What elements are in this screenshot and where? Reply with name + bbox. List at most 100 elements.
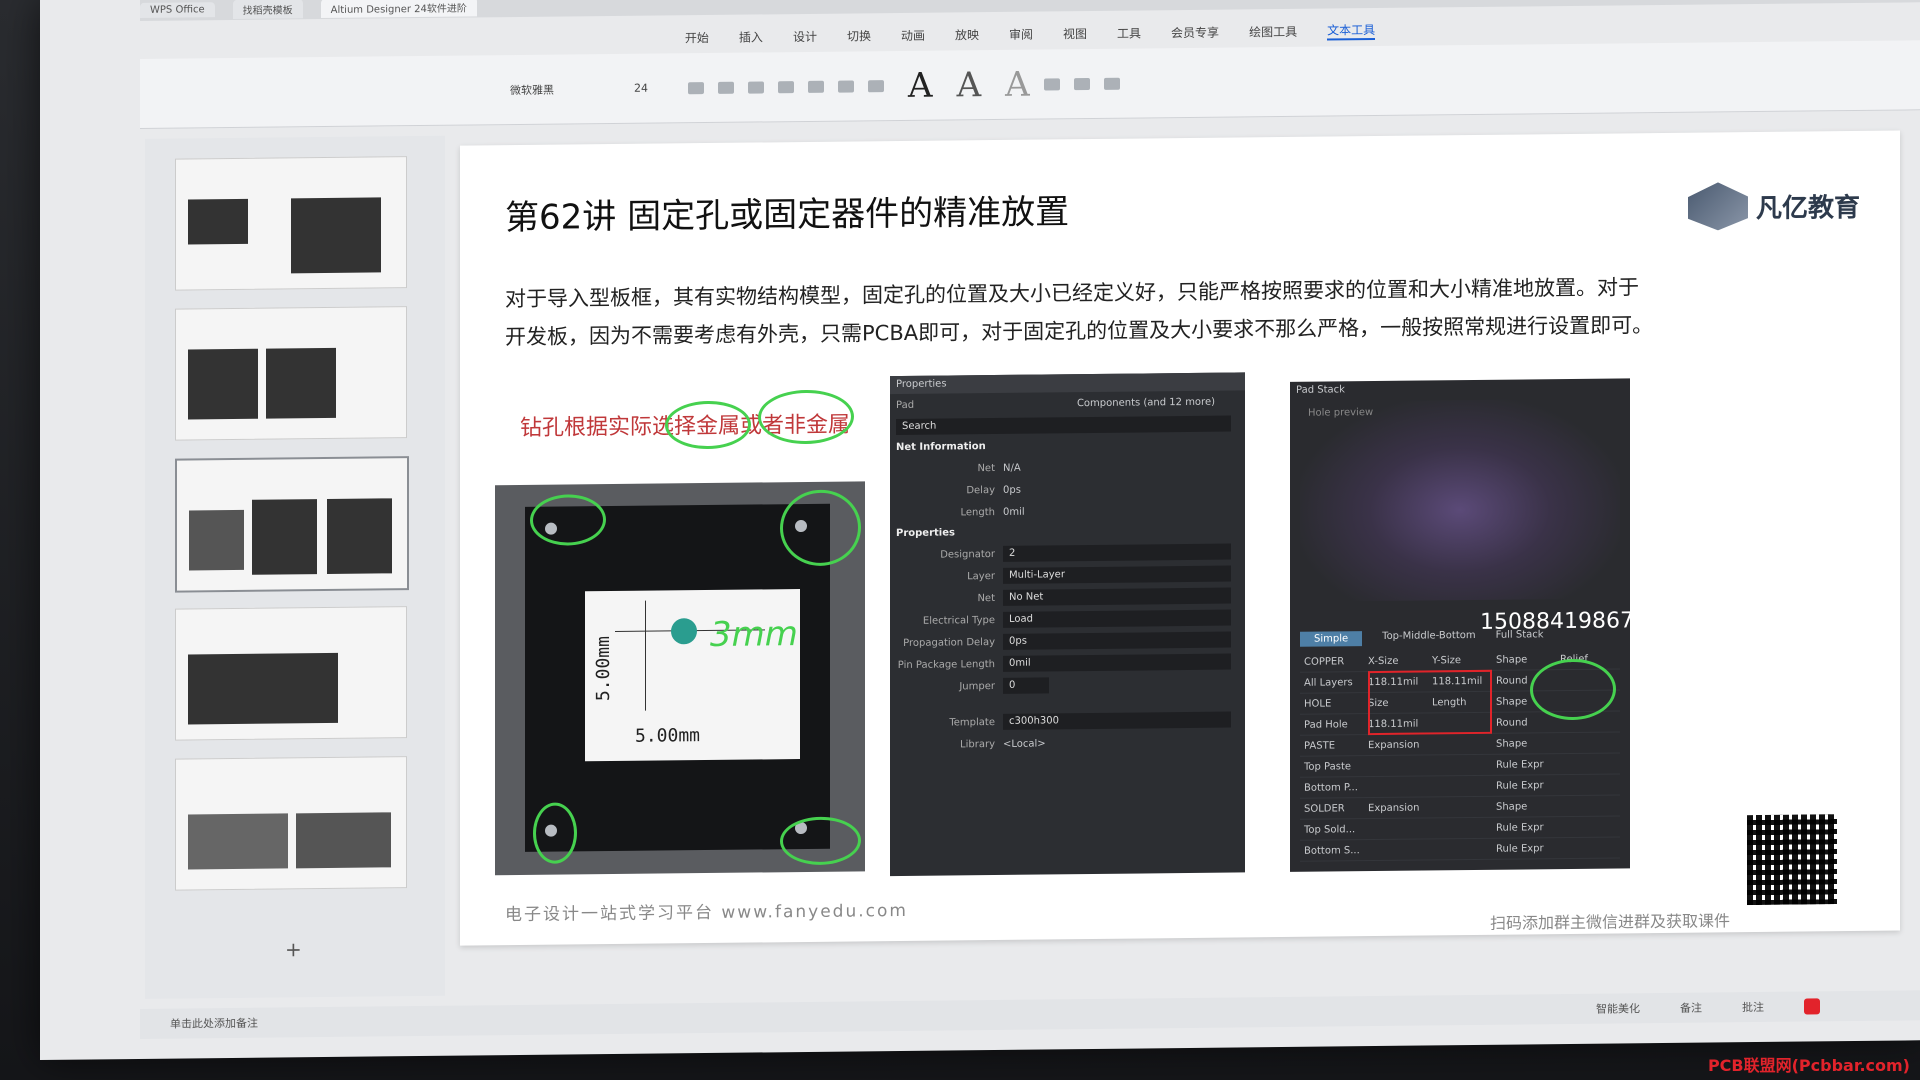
field-label: Electrical Type xyxy=(922,614,995,627)
col-header: Expansion xyxy=(1368,802,1420,814)
outline-icon[interactable] xyxy=(1073,77,1090,90)
italic-icon[interactable] xyxy=(718,81,734,94)
tab-document[interactable]: Altium Designer 24软件进阶 xyxy=(320,0,477,18)
rule-select[interactable]: Rule Expr xyxy=(1492,843,1556,855)
fill-icon[interactable] xyxy=(1043,77,1060,90)
propagation-delay-field[interactable]: 0ps xyxy=(1003,631,1231,650)
slide-thumbnails: + xyxy=(145,135,445,999)
notes-button[interactable]: 备注 xyxy=(1680,1000,1702,1016)
field-label: Layer xyxy=(967,570,995,582)
hole-preview-3d[interactable]: Hole preview xyxy=(1300,398,1620,602)
filter-dropdown[interactable]: Components (and 12 more) xyxy=(964,396,1245,410)
net-select[interactable]: No Net xyxy=(1003,587,1231,606)
col-header: X-Size xyxy=(1368,655,1399,667)
tab-templates[interactable]: 找稻壳模板 xyxy=(232,0,303,19)
row-label: All Layers xyxy=(1304,676,1353,689)
highlight-box xyxy=(1368,669,1492,736)
menu-insert[interactable]: 插入 xyxy=(739,28,763,45)
menu-view[interactable]: 视图 xyxy=(1063,25,1087,42)
text-style-a3[interactable]: A xyxy=(1005,64,1030,104)
library-value: <Local> xyxy=(1003,737,1046,750)
col-header: Shape xyxy=(1496,653,1528,666)
layer-select[interactable]: Multi-Layer xyxy=(1003,565,1231,584)
pin-package-length-field[interactable]: 0mil xyxy=(1003,653,1231,672)
logo-mark-icon xyxy=(1688,182,1748,231)
slide-title[interactable]: 第62讲 固定孔或固定器件的精准放置 xyxy=(505,184,1069,239)
row-label: Top Sold... xyxy=(1304,823,1356,836)
field-label: Net xyxy=(977,462,995,474)
menu-tools[interactable]: 工具 xyxy=(1117,24,1141,41)
brand-logo: 凡亿教育 xyxy=(1688,181,1860,231)
menu-review[interactable]: 审阅 xyxy=(1009,25,1033,42)
menu-drawing-tools[interactable]: 绘图工具 xyxy=(1249,22,1297,40)
slide-footer: 电子设计一站式学习平台 www.fanyedu.com xyxy=(505,900,908,926)
spacing-icon[interactable] xyxy=(838,79,854,93)
menu-animation[interactable]: 动画 xyxy=(901,26,925,43)
slide-thumb[interactable] xyxy=(175,756,407,891)
pad-stack-header: Pad Stack xyxy=(1296,384,1345,396)
record-icon[interactable] xyxy=(1804,998,1820,1015)
menu-transition[interactable]: 切换 xyxy=(847,27,871,44)
font-name-select[interactable]: 微软雅黑 xyxy=(510,80,620,97)
field-label: Propagation Delay xyxy=(903,636,995,649)
bold-icon[interactable] xyxy=(688,81,704,94)
photo-background: WPS Office 找稻壳模板 Altium Designer 24软件进阶 … xyxy=(0,0,1920,1080)
properties-search-input[interactable]: Search xyxy=(896,415,1231,436)
add-slide-icon[interactable]: + xyxy=(285,937,302,961)
font-size-select[interactable]: 24 xyxy=(634,81,674,95)
text-style-a2[interactable]: A xyxy=(957,65,982,105)
menu-slideshow[interactable]: 放映 xyxy=(955,26,979,43)
qr-caption: 扫码添加群主微信进群及获取课件 xyxy=(1489,911,1730,933)
annotation-circle xyxy=(780,816,861,866)
object-type: Pad xyxy=(896,399,915,411)
rule-select[interactable]: Rule Expr xyxy=(1492,759,1556,771)
electrical-type-select[interactable]: Load xyxy=(1003,609,1231,628)
slide-thumb[interactable] xyxy=(175,606,407,741)
col-header: HOLE xyxy=(1304,697,1332,710)
row-label: Bottom P... xyxy=(1304,781,1358,794)
hole-shape-select[interactable]: Round xyxy=(1492,717,1556,729)
preview-label: Hole preview xyxy=(1308,407,1374,419)
annotation-circle xyxy=(665,400,751,450)
field-label: Pin Package Length xyxy=(897,658,995,671)
status-bar: 单击此处添加备注 智能美化 备注 批注 xyxy=(140,990,1920,1039)
text-style-a1[interactable]: A xyxy=(908,65,933,105)
slide-thumb-current[interactable] xyxy=(175,456,409,593)
menu-design[interactable]: 设计 xyxy=(793,27,817,44)
rule-select[interactable]: Rule Expr xyxy=(1492,780,1556,792)
underline-icon[interactable] xyxy=(748,80,764,94)
comment-button[interactable]: 批注 xyxy=(1742,999,1764,1015)
col-header: Y-Size xyxy=(1432,654,1462,666)
smart-beautify-button[interactable]: 智能美化 xyxy=(1596,1000,1640,1016)
delay-value: 0ps xyxy=(1003,484,1021,496)
tab-wps[interactable]: WPS Office xyxy=(140,1,215,18)
slide-thumb[interactable] xyxy=(175,156,407,291)
template-select[interactable]: c300h300 xyxy=(1003,711,1231,730)
menu-text-tools[interactable]: 文本工具 xyxy=(1327,20,1376,41)
tab-full-stack[interactable]: Full Stack xyxy=(1496,629,1544,645)
rule-select[interactable]: Rule Expr xyxy=(1492,822,1556,834)
designator-field[interactable]: 2 xyxy=(1003,543,1231,562)
align-icon[interactable] xyxy=(808,80,824,93)
annotation-circle xyxy=(533,802,577,864)
tab-simple[interactable]: Simple xyxy=(1300,631,1363,647)
field-label: Jumper xyxy=(959,680,995,692)
dim-vertical: 5.00mm xyxy=(593,635,614,702)
menu-home[interactable]: 开始 xyxy=(685,28,709,45)
columns-icon[interactable] xyxy=(868,79,884,92)
jumper-stepper[interactable]: 0 xyxy=(1003,677,1049,694)
row-label: Pad Hole xyxy=(1304,718,1348,731)
tab-top-middle-bottom[interactable]: Top-Middle-Bottom xyxy=(1382,630,1475,646)
length-value: 0mil xyxy=(1003,506,1025,518)
notes-placeholder[interactable]: 单击此处添加备注 xyxy=(170,1015,258,1032)
menu-vip[interactable]: 会员专享 xyxy=(1171,23,1219,41)
qr-code xyxy=(1744,811,1840,909)
properties-panel: Properties Pad Components (and 12 more) S… xyxy=(890,372,1245,877)
list-icon[interactable] xyxy=(778,80,794,93)
handwritten-note: 3mm xyxy=(710,614,798,655)
effects-icon[interactable] xyxy=(1103,77,1120,90)
slide-body-text[interactable]: 对于导入型板框，其有实物结构模型，固定孔的位置及大小已经定义好，只能严格按照要求… xyxy=(505,266,1865,356)
pad-stack-panel: Pad Stack Hole preview 15088419867 Simpl… xyxy=(1290,378,1634,872)
field-label: Template xyxy=(949,716,995,728)
slide-thumb[interactable] xyxy=(175,306,407,441)
